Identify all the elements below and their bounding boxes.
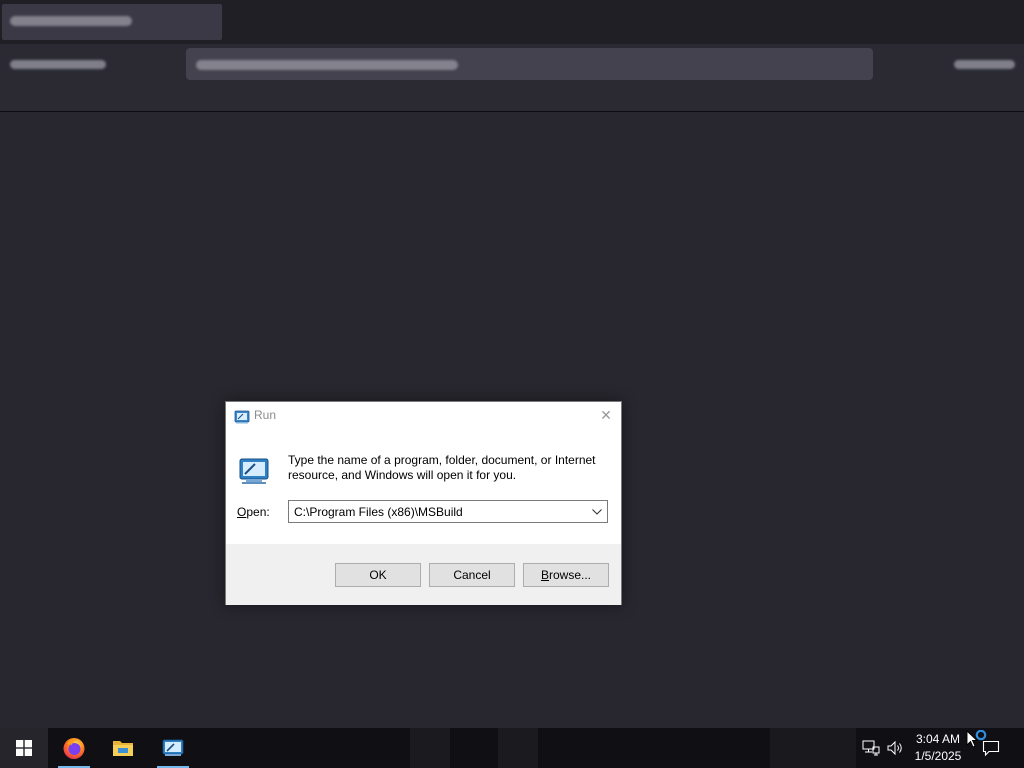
network-tray-button[interactable] [861,738,881,758]
clock-date: 1/5/2025 [914,749,962,763]
windows-logo-icon [16,740,32,756]
taskbar-clock[interactable]: 3:04 AM 1/5/2025 [907,731,969,765]
mouse-cursor-busy-icon [966,730,987,748]
volume-icon [887,740,902,756]
taskbar: 3:04 AM 1/5/2025 [0,728,1024,768]
run-icon [162,739,184,756]
open-input[interactable] [289,501,585,522]
cancel-button[interactable]: Cancel [429,563,515,587]
blurred-tab-title [10,16,132,26]
open-label: Open: [237,505,270,519]
dialog-title: Run [254,408,277,422]
app-toolbar [0,44,1024,112]
dialog-footer: OK Cancel Browse... [226,544,621,605]
taskbar-background-shape [410,728,450,768]
taskbar-app-firefox[interactable] [54,728,94,768]
app-tab[interactable] [2,4,222,40]
close-button[interactable]: ✕ [591,402,621,430]
run-dialog: Run ✕ Type the name of a program, folder… [225,401,622,605]
open-label-text: pen: [246,505,270,519]
run-icon [234,410,250,424]
taskbar-app-file-explorer[interactable] [103,728,143,768]
taskbar-background-shape [498,728,538,768]
taskbar-app-run[interactable] [153,728,193,768]
run-dialog-titlebar[interactable]: Run ✕ [226,402,621,432]
clock-time: 3:04 AM [915,732,961,746]
folder-icon [113,741,133,756]
blurred-address-text [196,60,458,70]
background-app-window [0,0,1024,728]
open-label-mnemonic: O [237,505,247,519]
dropdown-button[interactable] [589,503,605,520]
volume-tray-button[interactable] [885,738,905,758]
app-titlebar [0,0,1024,44]
browse-button[interactable]: Browse... [523,563,609,587]
open-combobox[interactable] [288,500,608,523]
blurred-toolbar-item [10,60,106,69]
firefox-icon [63,738,85,759]
browse-label: rowse... [549,568,592,582]
network-icon [862,740,880,756]
address-bar[interactable] [186,48,873,80]
close-icon: ✕ [600,408,612,424]
run-program-icon [239,458,269,484]
blurred-toolbar-item-right [954,60,1015,69]
chevron-down-icon [592,508,602,515]
browse-mnemonic: B [540,568,549,582]
start-button[interactable] [0,728,48,768]
taskbar-background-shape [770,728,856,768]
dialog-description: Type the name of a program, folder, docu… [288,453,596,482]
ok-button[interactable]: OK [335,563,421,587]
